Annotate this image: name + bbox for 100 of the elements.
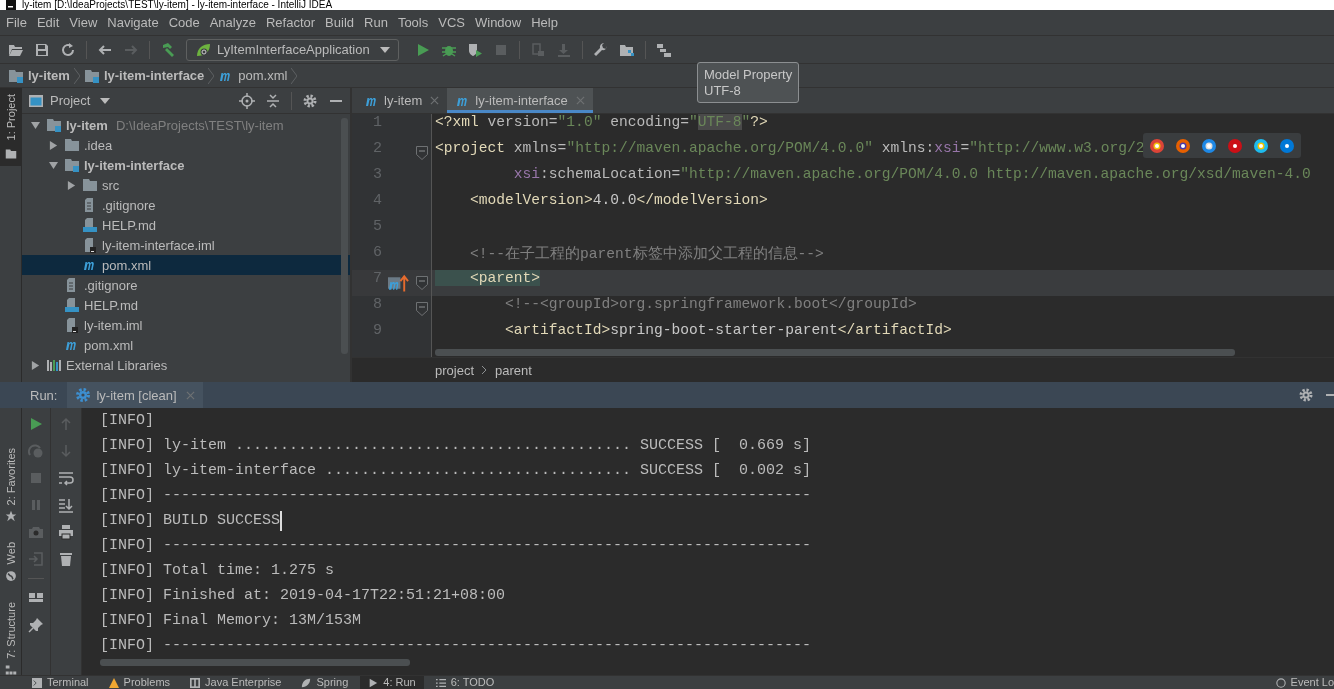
menu-item[interactable]: Run <box>359 15 393 30</box>
menu-item[interactable]: Refactor <box>260 15 321 30</box>
tool-window-tab[interactable]: 2: Favorites <box>0 448 21 523</box>
window-icon <box>28 92 44 109</box>
console-line: [INFO] ------------------------------------------------------------------------ <box>100 636 812 656</box>
collapse-icon[interactable] <box>265 92 281 109</box>
expand-arrow-icon[interactable] <box>66 180 76 190</box>
menu-item[interactable]: Help <box>526 15 563 30</box>
tree-item[interactable]: External Libraries <box>22 355 350 375</box>
tool-window-tab[interactable]: 7: Structure <box>0 601 21 676</box>
breadcrumb-item[interactable]: parent <box>495 362 532 378</box>
code-line: <?xml version="1.0" encoding="UTF-8"?> <box>434 114 768 132</box>
project-view-selector[interactable]: Project <box>28 92 111 109</box>
console-line: [INFO] ly-item ............................................ SUCCESS [ 0.669 s] <box>100 436 812 456</box>
print-icon[interactable] <box>58 524 74 540</box>
run-tab[interactable]: ly-item [clean] <box>67 382 203 408</box>
breadcrumb-item[interactable]: project <box>435 362 475 378</box>
globe-icon <box>4 569 17 582</box>
menu-item[interactable]: Build <box>320 15 359 30</box>
settings-icon[interactable] <box>1298 387 1314 403</box>
browser-icon[interactable] <box>1149 137 1165 154</box>
breadcrumb-item[interactable]: ly-item <box>8 67 70 84</box>
scrollbar-thumb[interactable] <box>341 118 348 354</box>
browser-icon[interactable] <box>1253 137 1269 154</box>
tree-item[interactable]: ly-item D:\IdeaProjects\TEST\ly-item <box>22 115 350 135</box>
tool-window-button[interactable]: Java Enterprise <box>182 675 290 689</box>
run-icon[interactable] <box>28 416 44 432</box>
browser-icon[interactable] <box>1227 137 1243 154</box>
tree-item[interactable]: ly-item-interface <box>22 155 350 175</box>
camera-icon[interactable] <box>28 524 44 540</box>
coverage-icon[interactable] <box>466 41 483 58</box>
run-configuration-dropdown[interactable]: LyItemInterfaceApplication <box>186 38 399 61</box>
console-line: [INFO] <box>100 411 154 431</box>
tool-window-button[interactable]: 6: TODO <box>427 675 503 689</box>
menu-item[interactable]: Edit <box>31 15 65 30</box>
code-line: <artifactId>spring-boot-starter-parent</artifactId> <box>504 322 952 340</box>
tool-window-button[interactable]: Problems <box>100 675 179 689</box>
expand-arrow-icon[interactable] <box>48 140 58 150</box>
editor-tab[interactable]: ly-item <box>356 88 448 113</box>
warning-icon <box>108 677 119 688</box>
pin-icon[interactable] <box>28 617 44 633</box>
locate-icon[interactable] <box>239 92 255 109</box>
tool-window-tab[interactable]: 1: Project <box>0 88 21 167</box>
menu-item[interactable]: Navigate <box>102 15 164 30</box>
module-folder-icon <box>8 67 24 84</box>
menu-item[interactable]: VCS <box>433 15 470 30</box>
window-title: ly-item [D:\IdeaProjects\TEST\ly-item] - ly-item-interface - IntelliJ IDEA <box>22 0 333 10</box>
soft-wrap-icon[interactable] <box>58 470 74 486</box>
tree-item[interactable]: pom.xml <box>22 255 350 275</box>
browser-icon[interactable] <box>1279 137 1295 154</box>
expand-arrow-icon[interactable] <box>30 360 40 370</box>
tree-item[interactable]: ly-item-interface.iml <box>22 235 350 255</box>
hammer-icon[interactable] <box>160 41 176 58</box>
tree-item[interactable]: .idea <box>22 135 350 155</box>
settings-icon[interactable] <box>302 92 318 109</box>
scrollbar-thumb[interactable] <box>100 659 410 666</box>
editor-tab[interactable]: ly-item-interface <box>447 88 593 113</box>
tool-window-button[interactable]: 4: Run <box>360 675 424 689</box>
tree-item[interactable]: src <box>22 175 350 195</box>
tool-window-button[interactable]: Spring <box>293 675 357 689</box>
menu-item[interactable]: View <box>64 15 103 30</box>
tooltip-value: UTF-8 <box>704 83 742 98</box>
tree-item[interactable]: .gitignore <box>22 195 350 215</box>
tool-window-tab[interactable]: Web <box>0 542 21 582</box>
sync-icon[interactable] <box>60 41 76 58</box>
trash-icon[interactable] <box>58 551 74 567</box>
code-line: <project xmlns="http://maven.apache.org/POM/4.0.0" xmlns:xsi="http://www.w3.org/2 <box>434 140 1145 158</box>
tool-window-button[interactable]: Terminal <box>24 675 97 689</box>
markdown-file-icon <box>64 297 80 313</box>
wrench-icon[interactable] <box>592 41 609 58</box>
breadcrumb-item[interactable]: pom.xml <box>218 67 288 84</box>
override-marker-icon[interactable] <box>388 274 409 292</box>
scrollbar-thumb[interactable] <box>435 349 1235 356</box>
browser-icon[interactable] <box>1175 137 1191 154</box>
tasks-icon[interactable] <box>655 41 672 58</box>
menu-item[interactable]: Tools <box>392 15 434 30</box>
tree-item[interactable]: pom.xml <box>22 335 350 355</box>
tree-item[interactable]: .gitignore <box>22 275 350 295</box>
leaf-icon <box>195 41 211 58</box>
tree-item[interactable]: ly-item.iml <box>22 315 350 335</box>
caret-icon <box>100 97 111 104</box>
menu-item[interactable]: Analyze <box>204 15 261 30</box>
expand-arrow-icon[interactable] <box>30 120 40 130</box>
browser-icon[interactable] <box>1201 137 1217 154</box>
expand-arrow-icon[interactable] <box>48 160 58 170</box>
tree-item[interactable]: HELP.md <box>22 215 350 235</box>
console-line: [INFO] ------------------------------------------------------------------------ <box>100 486 812 506</box>
fold-marker-icon[interactable] <box>416 276 428 290</box>
event-log-button[interactable]: Event Lo <box>1267 675 1334 689</box>
breadcrumb-item[interactable]: ly-item-interface <box>83 67 205 84</box>
menu-item[interactable]: Window <box>469 15 527 30</box>
fold-marker-icon[interactable] <box>416 302 428 316</box>
menu-item[interactable]: Code <box>163 15 205 30</box>
save-icon[interactable] <box>34 41 50 58</box>
scroll-to-end-icon[interactable] <box>58 497 74 513</box>
menu-item[interactable]: File <box>1 15 32 30</box>
fold-marker-icon[interactable] <box>416 146 428 160</box>
tree-item[interactable]: HELP.md <box>22 295 350 315</box>
code-line: xsi:schemaLocation="http://maven.apache.org/POM/4.0.0 http://maven.apache.org/xsd/maven-4.0 <box>512 166 1311 184</box>
folder-icon <box>64 137 80 153</box>
